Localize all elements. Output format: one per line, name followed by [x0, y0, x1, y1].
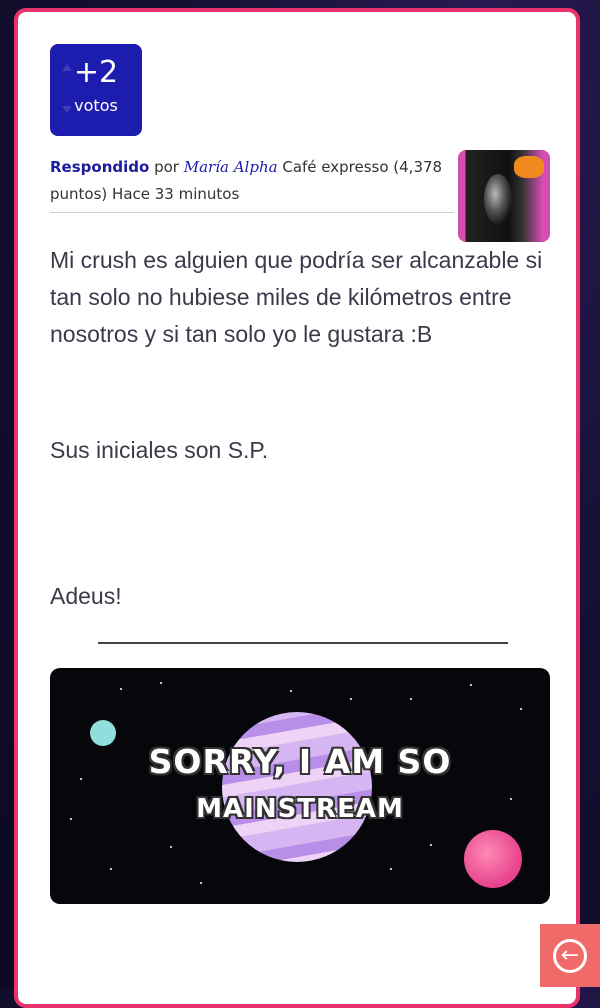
- avatar[interactable]: [458, 150, 550, 242]
- arrow-left-circle-icon: ←: [553, 938, 587, 973]
- meme-caption-line-2: MAINSTREAM: [196, 794, 404, 824]
- answer-meta: Respondido por María Alpha Café expresso…: [50, 154, 454, 213]
- meme-image: SORRY, I AM SO MAINSTREAM: [50, 668, 550, 904]
- divider-line: [98, 642, 508, 644]
- answered-label: Respondido: [50, 158, 150, 176]
- pink-planet-icon: [464, 830, 522, 888]
- avatar-shine: [484, 174, 512, 224]
- back-button[interactable]: ←: [540, 924, 600, 987]
- author-link[interactable]: María Alpha: [184, 158, 278, 176]
- answer-paragraph-1: Mi crush es alguien que podría ser alcan…: [50, 247, 543, 347]
- vote-down-icon[interactable]: [62, 106, 72, 113]
- striped-planet-icon: [222, 712, 372, 862]
- by-label: por: [154, 158, 179, 176]
- answer-card: +2 votos Respondido por María Alpha Café…: [14, 8, 580, 1008]
- vote-box[interactable]: +2 votos: [50, 44, 142, 136]
- meme-caption-line-1: SORRY, I AM SO: [148, 742, 452, 781]
- avatar-badge-icon: [514, 156, 544, 178]
- answer-paragraph-2: Sus iniciales son S.P.: [50, 437, 269, 463]
- answer-paragraph-3: Adeus!: [50, 583, 122, 609]
- vote-count: +2: [73, 55, 119, 90]
- answer-time: Hace 33 minutos: [112, 185, 240, 203]
- vote-up-icon[interactable]: [62, 64, 72, 71]
